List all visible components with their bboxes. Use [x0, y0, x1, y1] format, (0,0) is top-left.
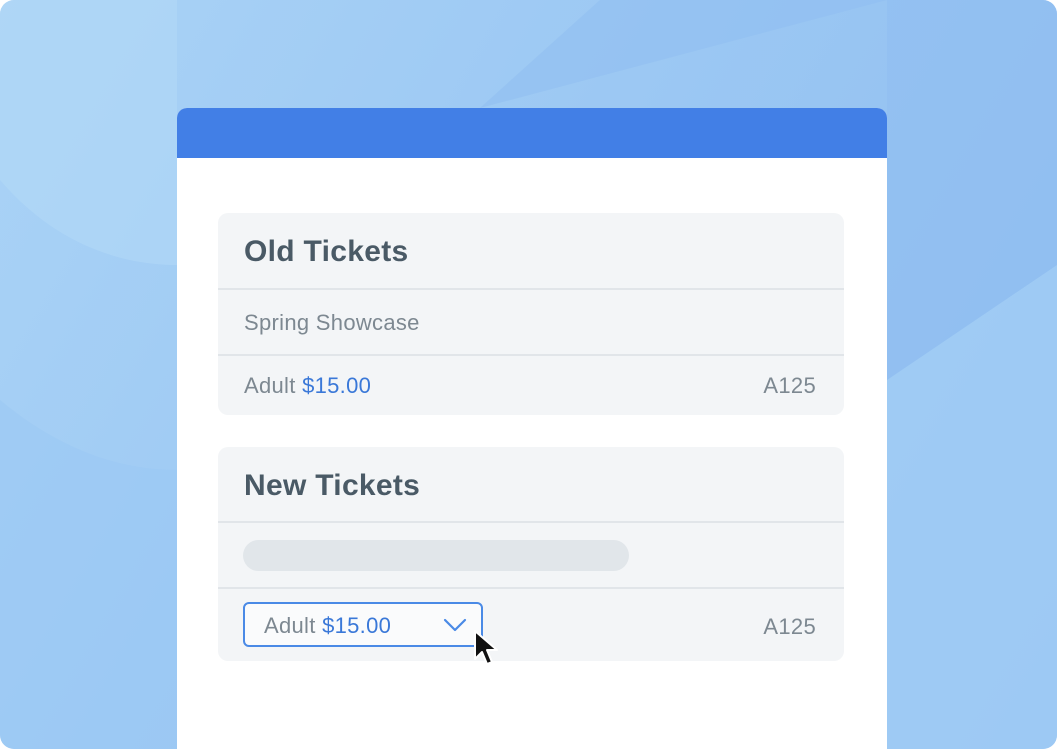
event-name-loading-placeholder	[243, 540, 629, 571]
select-ticket-type: Adult	[264, 613, 316, 638]
old-tickets-heading: Old Tickets	[244, 235, 409, 268]
divider	[218, 587, 844, 589]
ticket-price: $15.00	[302, 373, 372, 398]
seat-number: A125	[763, 614, 816, 639]
select-value: Adult $15.00	[264, 613, 391, 639]
divider	[218, 521, 844, 523]
app-window: Old Tickets Spring Showcase Adult $15.00…	[177, 108, 887, 749]
old-tickets-card: Old Tickets Spring Showcase Adult $15.00…	[218, 213, 844, 415]
select-ticket-price: $15.00	[322, 613, 392, 638]
window-titlebar	[177, 108, 887, 158]
new-tickets-card: New Tickets Adult $15.00 A125	[218, 447, 844, 661]
seat-number: A125	[763, 373, 816, 398]
divider	[218, 288, 844, 290]
chevron-down-icon[interactable]	[443, 618, 467, 632]
ticket-type-price: Adult $15.00	[244, 373, 371, 399]
ticket-type-select[interactable]: Adult $15.00	[243, 602, 483, 647]
ticket-type-label: Adult	[244, 373, 296, 398]
event-name: Spring Showcase	[244, 310, 420, 335]
divider	[218, 354, 844, 356]
mouse-cursor-icon	[474, 630, 498, 665]
new-tickets-heading: New Tickets	[244, 469, 421, 502]
